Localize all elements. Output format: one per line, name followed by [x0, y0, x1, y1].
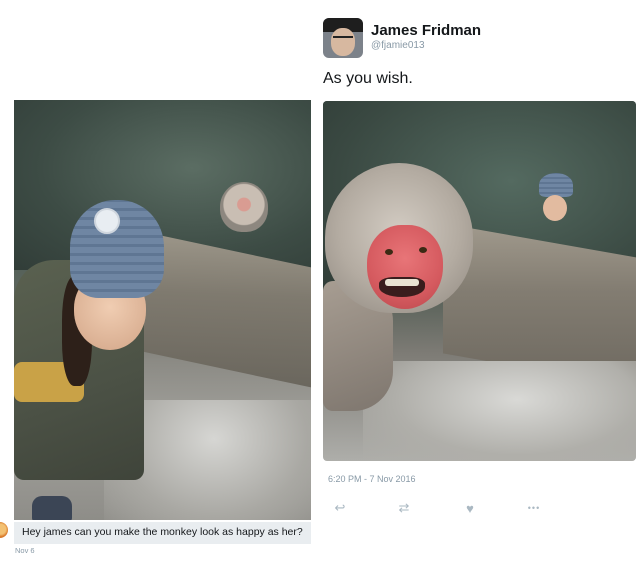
woman-in-water-face: [543, 195, 567, 221]
tweet-actions: ↩ ⇄ ♥ •••: [330, 498, 540, 518]
monkey-in-background: [220, 182, 268, 232]
user-handle[interactable]: @fjamie013: [371, 40, 425, 51]
monkey-eye-left: [385, 249, 393, 255]
display-name[interactable]: James Fridman: [371, 22, 481, 39]
monkey-eye-right: [419, 247, 427, 253]
knit-hat: [70, 200, 164, 298]
snowy-ground: [363, 361, 636, 461]
user-avatar[interactable]: [323, 18, 363, 58]
retweet-icon[interactable]: ⇄: [394, 498, 414, 518]
more-icon[interactable]: •••: [522, 498, 546, 518]
request-text: Hey james can you make the monkey look a…: [22, 526, 303, 538]
like-heart-icon[interactable]: ♥: [460, 498, 480, 518]
edited-photo[interactable]: [323, 101, 636, 461]
requester-avatar[interactable]: [0, 522, 8, 538]
tweet-text: As you wish.: [323, 70, 413, 87]
reply-icon[interactable]: ↩: [330, 498, 350, 518]
monkey-teeth: [385, 279, 419, 286]
woman-boot: [32, 496, 72, 520]
original-photo[interactable]: [14, 100, 311, 520]
woman-in-water-hat: [539, 173, 573, 197]
request-date: Nov 6: [15, 546, 35, 555]
hat-badge: [94, 208, 120, 234]
tweet-timestamp[interactable]: 6:20 PM - 7 Nov 2016: [328, 474, 416, 484]
